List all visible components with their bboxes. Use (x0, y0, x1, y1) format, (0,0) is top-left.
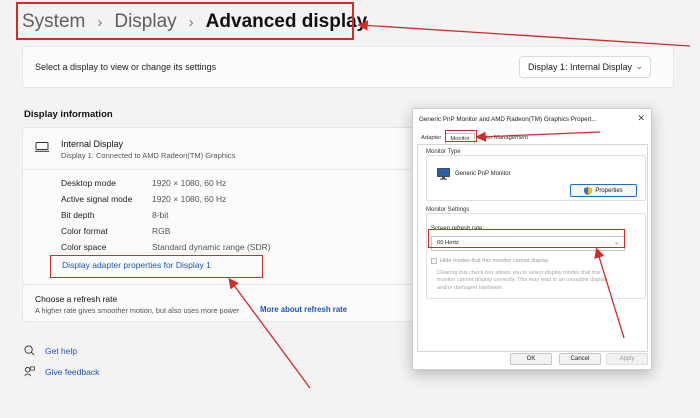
monitor-icon (35, 142, 49, 152)
display-name: Internal Display (61, 139, 124, 149)
arrow-to-breadcrumb (357, 20, 691, 47)
refresh-rate-card[interactable]: Choose a refresh rate A higher rate give… (22, 284, 442, 322)
properties-button-label: Properties (595, 187, 623, 194)
prop-label-active-signal: Active signal mode (61, 194, 133, 204)
shield-icon (584, 186, 593, 195)
annotation-box-monitor-tab (445, 130, 477, 142)
monitor-tab-page: Monitor Type Generic PnP Monitor Propert… (417, 144, 648, 352)
feedback-icon (24, 366, 35, 377)
refresh-rate-subtitle: A higher rate gives smoother motion, but… (35, 306, 240, 315)
monitor-icon (437, 168, 450, 180)
chevron-down-icon: ⌄ (635, 61, 643, 71)
display-information-heading: Display information (24, 109, 113, 120)
hide-modes-label: Hide modes that this monitor cannot disp… (440, 258, 549, 264)
more-about-refresh-rate-link[interactable]: More about refresh rate (260, 305, 347, 314)
prop-label-desktop-mode: Desktop mode (61, 178, 116, 188)
help-icon (24, 345, 35, 356)
get-help-link[interactable]: Get help (24, 345, 77, 356)
get-help-label: Get help (45, 345, 78, 356)
give-feedback-label: Give feedback (45, 366, 100, 377)
prop-value-color-space: Standard dynamic range (SDR) (152, 242, 271, 252)
display-dropdown[interactable]: Display 1: Internal Display ⌄ (519, 56, 651, 78)
checkbox-icon (431, 258, 437, 264)
prop-value-bit-depth: 8-bit (152, 210, 169, 220)
display-connection: Display 1: Connected to AMD Radeon(TM) G… (61, 151, 236, 160)
apply-button[interactable]: Apply (606, 353, 648, 365)
properties-button[interactable]: Properties (570, 184, 637, 197)
monitor-name: Generic PnP Monitor (455, 171, 511, 177)
divider (23, 169, 441, 170)
refresh-rate-title: Choose a refresh rate (35, 294, 118, 304)
close-icon[interactable]: ✕ (637, 113, 645, 124)
prop-value-desktop-mode: 1920 × 1080, 60 Hz (152, 178, 227, 188)
monitor-settings-group: Screen refresh rate: 60 Hertz ⌄ Hide mod… (426, 213, 646, 299)
ok-button[interactable]: OK (510, 353, 552, 365)
hide-modes-description: Clearing this check box allows you to se… (437, 270, 608, 291)
hide-modes-checkbox[interactable]: Hide modes that this monitor cannot disp… (431, 258, 549, 264)
cancel-button[interactable]: Cancel (559, 353, 601, 365)
display-dropdown-value: Display 1: Internal Display (528, 62, 633, 72)
monitor-type-group: Generic PnP Monitor Properties (426, 155, 646, 201)
annotation-box-refresh-rate (428, 229, 625, 248)
annotation-box-adapter-link (50, 255, 263, 278)
prop-label-color-format: Color format (61, 226, 108, 236)
select-display-card: Select a display to view or change its s… (22, 46, 674, 88)
give-feedback-link[interactable]: Give feedback (24, 366, 99, 377)
dialog-title: Generic PnP Monitor and AMD Radeon(TM) G… (419, 116, 597, 123)
prop-value-color-format: RGB (152, 226, 171, 236)
prop-label-color-space: Color space (61, 242, 107, 252)
annotation-box-breadcrumb (16, 2, 354, 40)
select-display-label: Select a display to view or change its s… (35, 62, 217, 72)
prop-label-bit-depth: Bit depth (61, 210, 95, 220)
prop-value-active-signal: 1920 × 1080, 60 Hz (152, 194, 227, 204)
